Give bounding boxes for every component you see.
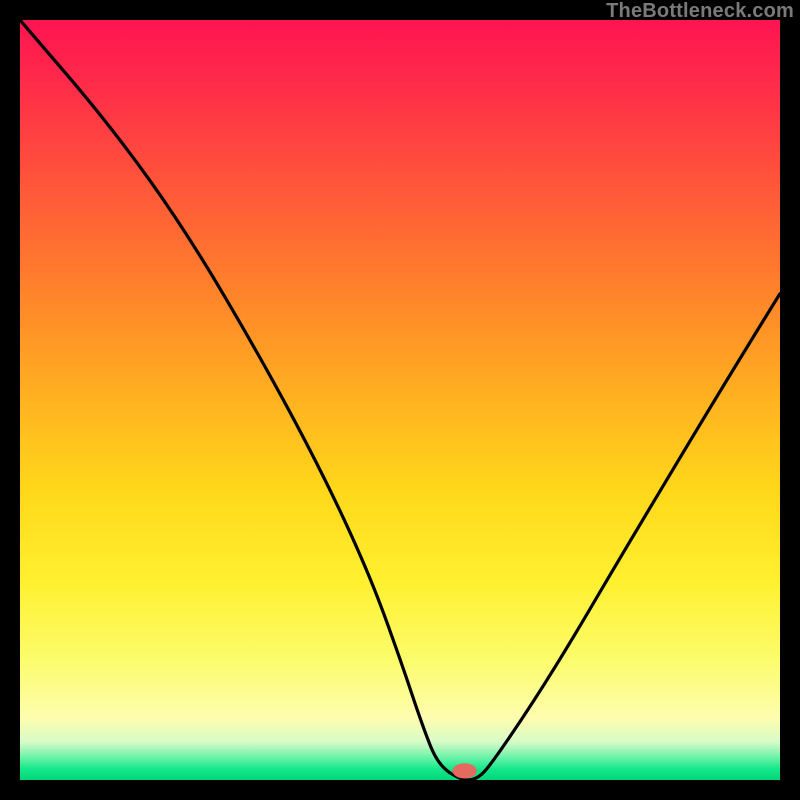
minimum-marker (452, 763, 476, 778)
bottleneck-curve-path (20, 20, 780, 780)
chart-frame: TheBottleneck.com (0, 0, 800, 800)
plot-area (20, 20, 780, 780)
chart-svg (20, 20, 780, 780)
